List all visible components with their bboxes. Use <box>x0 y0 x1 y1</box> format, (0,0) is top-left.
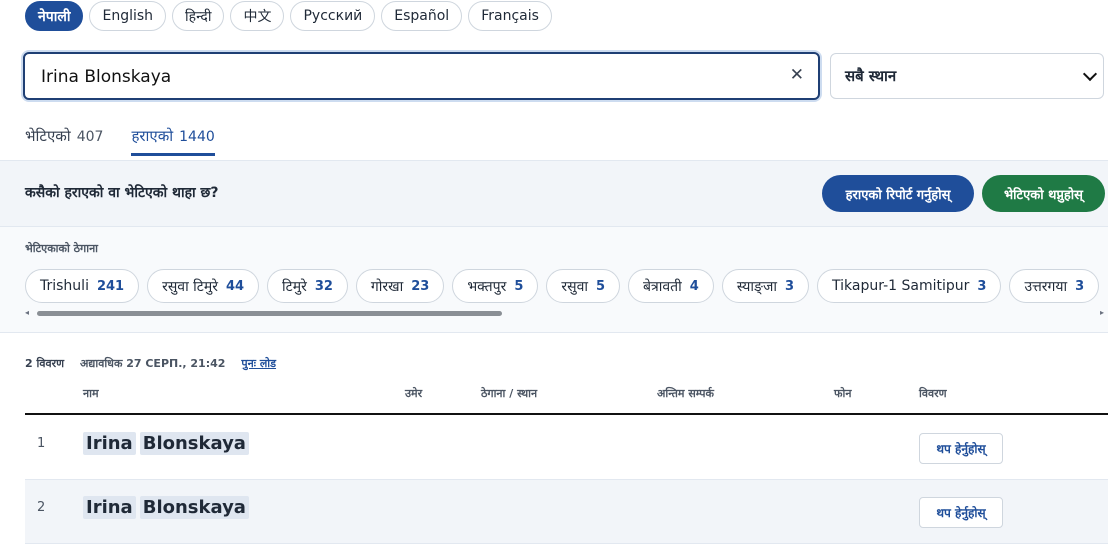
location-select[interactable]: सबै स्थान <box>830 53 1104 99</box>
updated-time: अद्यावधिक 27 СЕРП., 21:42 <box>80 357 226 370</box>
location-filter-title: भेटिएकाको ठेगाना <box>25 242 99 255</box>
chip-label: रसुवा टिमुरे <box>162 278 218 295</box>
name-first: Irina <box>83 496 136 519</box>
location-chip[interactable]: स्याङ्जा 3 <box>721 269 810 303</box>
chip-label: रसुवा <box>561 278 588 295</box>
location-chip[interactable]: रसुवा 5 <box>546 269 621 303</box>
row-index: 1 <box>37 436 46 451</box>
location-chip[interactable]: उत्तरगया 3 <box>1009 269 1100 303</box>
table-header: नाम उमेर ठेगाना / स्थान अन्तिम सम्पर्क फ… <box>25 386 1108 415</box>
chip-count: 5 <box>514 278 524 294</box>
table-row: 1 Irina Blonskaya थप हेर्नुहोस् <box>25 416 1108 480</box>
lang-russian[interactable]: Русский <box>290 1 376 31</box>
lang-english[interactable]: English <box>89 1 167 31</box>
header-details: विवरण <box>919 387 947 400</box>
header-phone: फोन <box>834 387 852 400</box>
tab-found-count: 407 <box>76 129 104 145</box>
person-name: Irina Blonskaya <box>83 496 249 519</box>
location-filter: भेटिएकाको ठेगाना Trishuli 241 रसुवा टिमुर… <box>0 227 1108 333</box>
scrollbar-thumb[interactable] <box>37 311 502 316</box>
lang-nepali[interactable]: नेपाली <box>25 1 84 31</box>
chip-count: 4 <box>689 278 699 294</box>
row-index: 2 <box>37 500 46 515</box>
horizontal-scrollbar[interactable]: ◂ ▸ <box>25 308 1104 317</box>
person-name: Irina Blonskaya <box>83 432 249 455</box>
tab-found[interactable]: भेटिएको 407 <box>25 116 103 156</box>
results-meta: 2 विवरण अद्यावधिक 27 СЕРП., 21:42 पुनः ल… <box>25 356 276 371</box>
header-age: उमेर <box>405 387 423 400</box>
tab-missing-count: 1440 <box>179 129 215 145</box>
scroll-right-icon[interactable]: ▸ <box>1100 308 1104 317</box>
clear-icon[interactable]: ✕ <box>790 65 804 85</box>
tab-missing[interactable]: हराएको 1440 <box>131 116 215 156</box>
chip-count: 241 <box>96 278 125 294</box>
tab-missing-label: हराएको <box>131 127 174 145</box>
language-switcher: नेपाली English हिन्दी 中文 Русский Español… <box>25 1 552 31</box>
location-chip[interactable]: टिमुरे 32 <box>267 269 348 303</box>
chip-count: 5 <box>596 278 606 294</box>
report-missing-button[interactable]: हराएको रिपोर्ट गर्नुहोस् <box>822 175 974 212</box>
chip-label: बेत्रावती <box>643 278 682 295</box>
chip-count: 3 <box>1075 278 1085 294</box>
name-first: Irina <box>83 432 136 455</box>
chip-count: 3 <box>977 278 987 294</box>
chip-label: गोरखा <box>370 278 404 295</box>
chip-count: 3 <box>784 278 795 294</box>
location-chip[interactable]: Trishuli 241 <box>25 269 140 303</box>
add-found-button[interactable]: भेटिएको थप्नुहोस् <box>982 175 1105 212</box>
result-tabs: भेटिएको 407 हराएको 1440 <box>25 116 215 156</box>
location-chip[interactable]: गोरखा 23 <box>355 269 445 303</box>
location-chip[interactable]: रसुवा टिमुरे 44 <box>147 269 260 303</box>
tab-found-label: भेटिएको <box>25 127 71 145</box>
chip-count: 44 <box>225 278 245 294</box>
chip-label: भक्तपुर <box>467 278 507 295</box>
location-chip[interactable]: भक्तपुर 5 <box>452 269 539 303</box>
search-input[interactable] <box>39 54 783 100</box>
location-select-value: सबै स्थान <box>845 67 897 85</box>
chip-label: टिमुरे <box>282 278 307 295</box>
chip-count: 23 <box>411 278 430 294</box>
header-last-contact: अन्तिम सम्पर्क <box>657 387 714 400</box>
chip-label: स्याङ्जा <box>736 278 777 295</box>
location-chips: Trishuli 241 रसुवा टिमुरे 44 टिमुरे 32 गोरख… <box>25 269 1100 303</box>
header-address: ठेगाना / स्थान <box>481 387 538 400</box>
search-box: ✕ <box>23 52 820 100</box>
view-more-button[interactable]: थप हेर्नुहोस् <box>919 497 1003 528</box>
scroll-left-icon[interactable]: ◂ <box>25 308 29 317</box>
name-last: Blonskaya <box>139 496 249 519</box>
chip-label: Tikapur-1 Samitipur <box>832 278 970 294</box>
lang-hindi[interactable]: हिन्दी <box>172 1 225 31</box>
chip-label: Trishuli <box>40 278 89 294</box>
lang-french[interactable]: Français <box>468 1 552 31</box>
lang-spanish[interactable]: Español <box>381 1 463 31</box>
location-chip[interactable]: Tikapur-1 Samitipur 3 <box>817 269 1002 303</box>
results-count: 2 विवरण <box>25 357 65 370</box>
name-last: Blonskaya <box>139 432 249 455</box>
report-banner: कसैको हराएको वा भेटिएको थाहा छ? हराएको र… <box>0 160 1108 227</box>
chip-label: उत्तरगया <box>1024 278 1068 295</box>
lang-chinese[interactable]: 中文 <box>230 1 285 31</box>
reload-link[interactable]: पुनः लोड <box>241 356 276 371</box>
banner-question: कसैको हराएको वा भेटिएको थाहा छ? <box>25 185 219 201</box>
location-chip[interactable]: बेत्रावती 4 <box>628 269 714 303</box>
chip-count: 32 <box>314 278 333 294</box>
table-row: 2 Irina Blonskaya थप हेर्नुहोस् <box>25 480 1108 544</box>
header-name: नाम <box>83 387 99 400</box>
chevron-down-icon <box>1082 66 1098 81</box>
view-more-button[interactable]: थप हेर्नुहोस् <box>919 433 1003 464</box>
